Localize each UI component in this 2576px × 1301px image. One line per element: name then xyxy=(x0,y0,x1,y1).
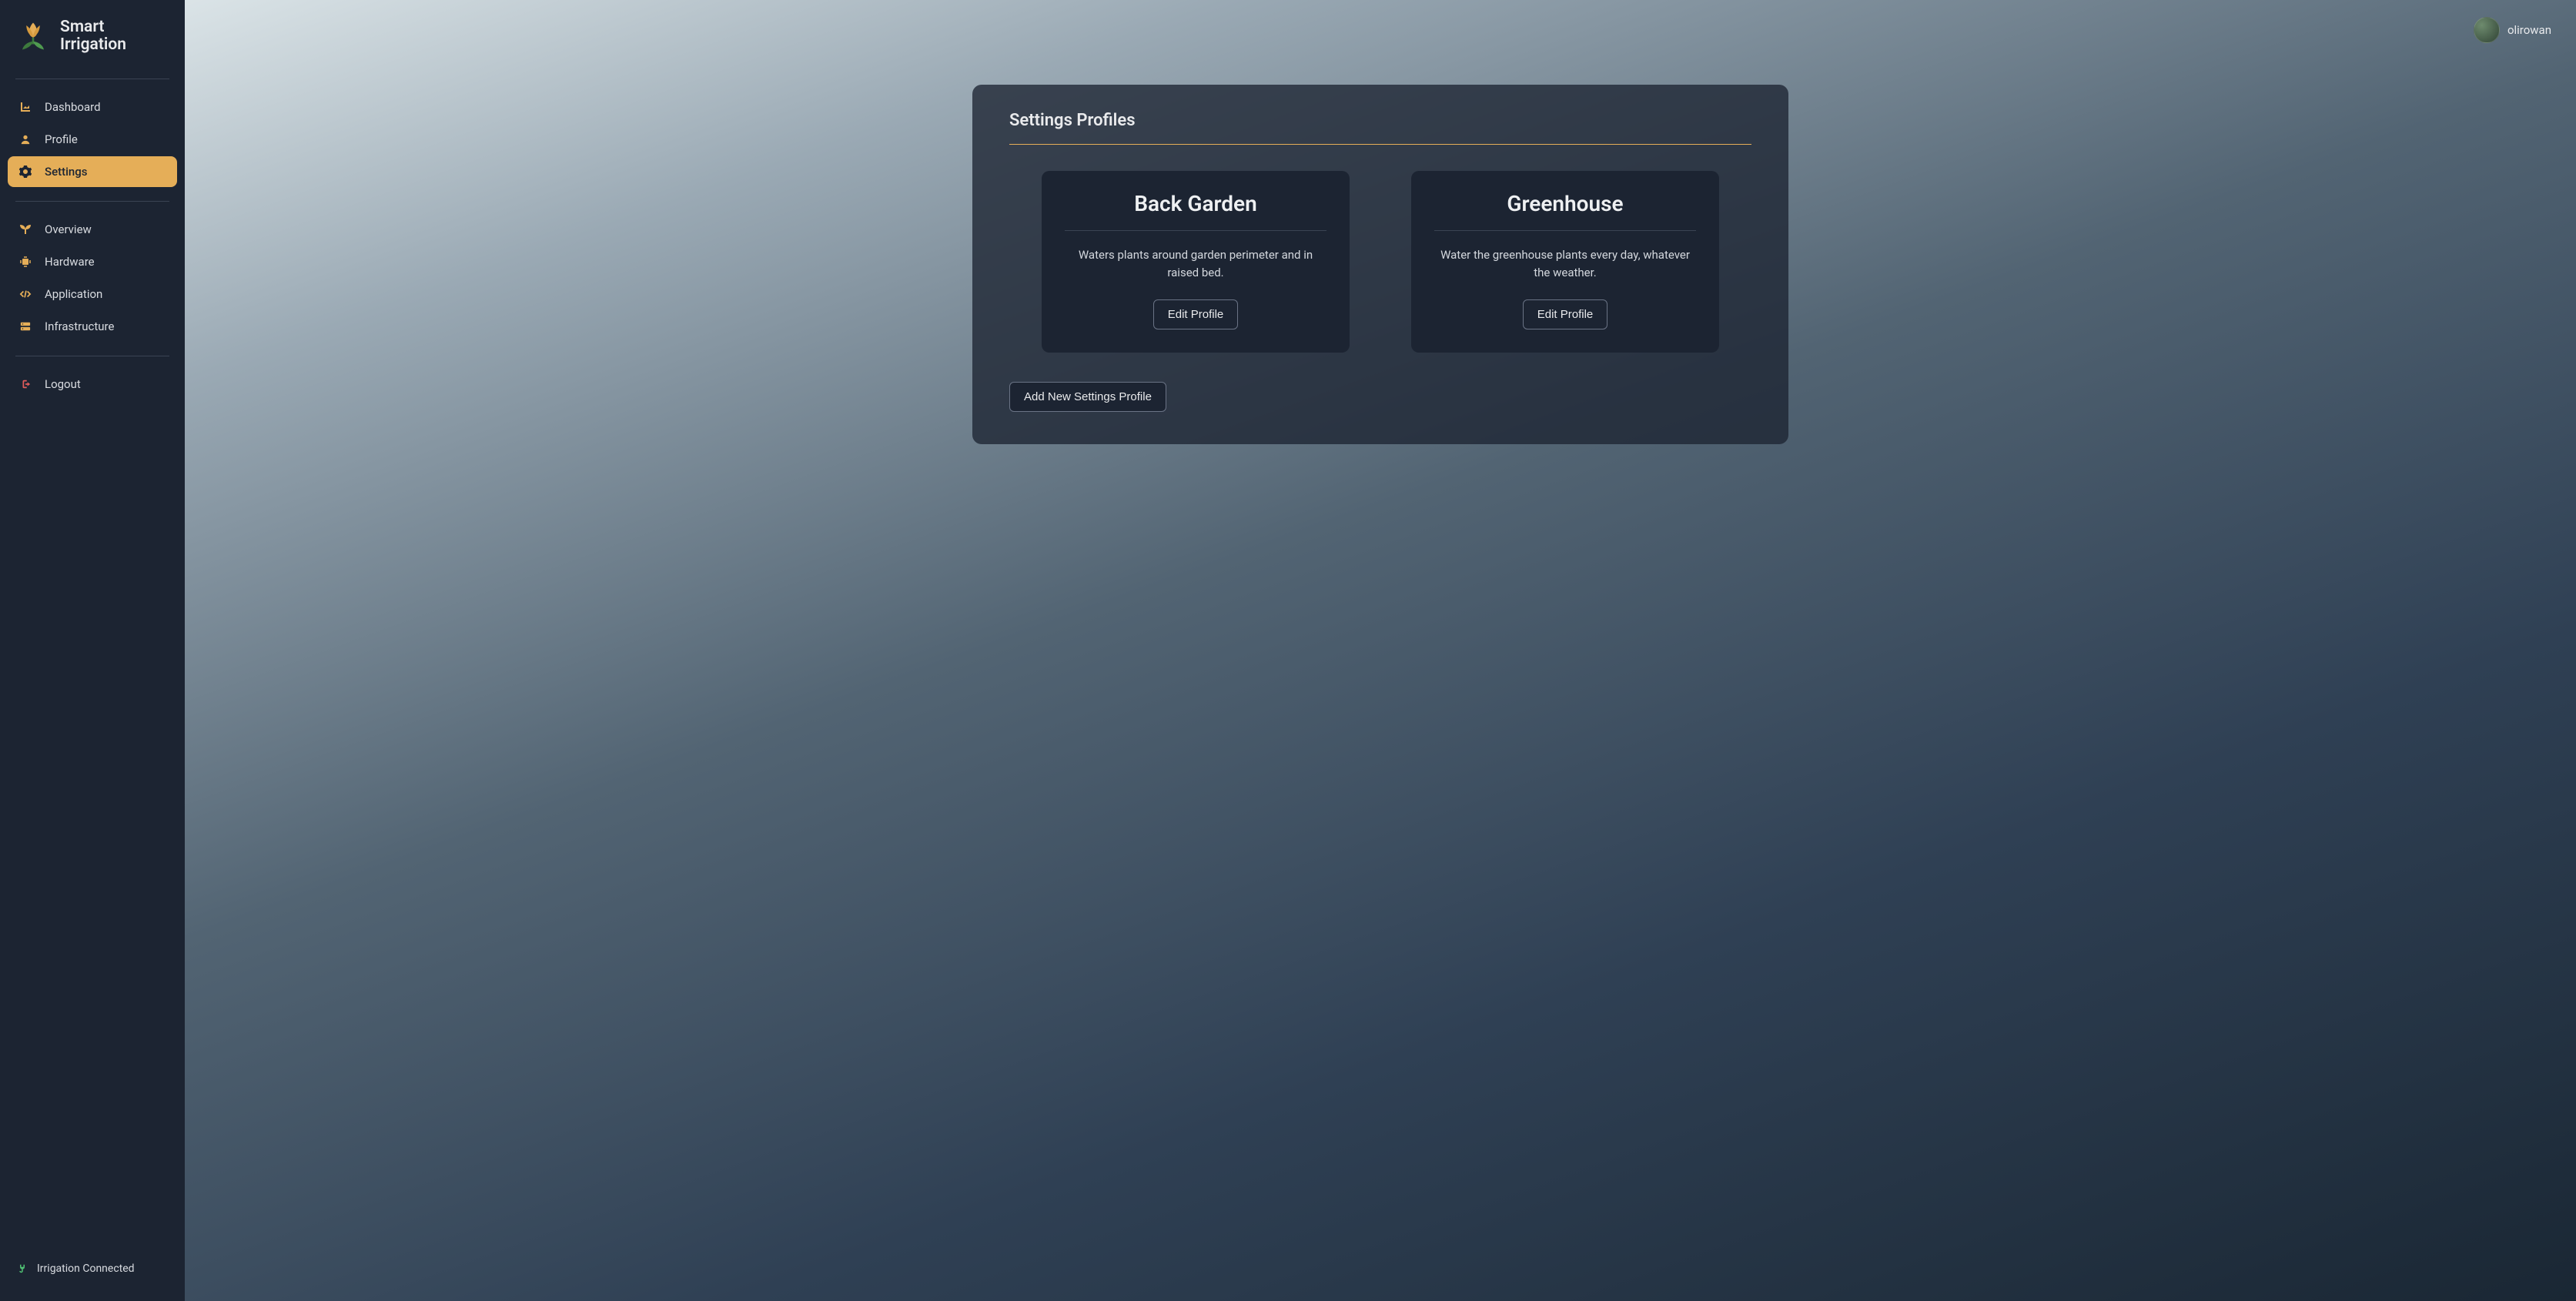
edit-profile-button[interactable]: Edit Profile xyxy=(1153,299,1239,329)
panel-title: Settings Profiles xyxy=(1009,111,1751,130)
sidebar-item-label: Logout xyxy=(45,377,81,391)
topbar: olirowan xyxy=(206,12,2554,57)
brand-title: Smart Irrigation xyxy=(60,18,126,54)
sidebar-item-label: Overview xyxy=(45,222,92,236)
nav-group-logout: Logout xyxy=(0,366,185,404)
profile-cards-row: Back Garden Waters plants around garden … xyxy=(1009,171,1751,353)
chart-area-icon xyxy=(18,101,32,113)
profile-card-title: Back Garden xyxy=(1065,191,1326,216)
sidebar-divider xyxy=(15,201,169,202)
profile-card-description: Waters plants around garden perimeter an… xyxy=(1065,246,1326,281)
brand: Smart Irrigation xyxy=(0,15,185,69)
nav-group-secondary: Overview Hardware Application Infrastruc… xyxy=(0,211,185,346)
username[interactable]: olirowan xyxy=(2507,23,2551,37)
sidebar-item-label: Hardware xyxy=(45,255,95,269)
microchip-icon xyxy=(18,256,32,268)
sidebar-item-label: Settings xyxy=(45,165,88,179)
connection-status: Irrigation Connected xyxy=(0,1252,185,1286)
sidebar-item-infrastructure[interactable]: Infrastructure xyxy=(8,311,177,342)
panel-divider xyxy=(1009,144,1751,145)
card-divider xyxy=(1434,230,1696,231)
server-icon xyxy=(18,321,32,332)
sidebar: Smart Irrigation Dashboard Profile Setti… xyxy=(0,0,185,1301)
avatar[interactable] xyxy=(2474,17,2500,43)
settings-profiles-panel: Settings Profiles Back Garden Waters pla… xyxy=(972,85,1788,444)
sidebar-item-logout[interactable]: Logout xyxy=(8,369,177,400)
sidebar-item-dashboard[interactable]: Dashboard xyxy=(8,92,177,122)
plug-icon xyxy=(17,1263,28,1274)
connection-status-text: Irrigation Connected xyxy=(37,1263,135,1275)
sidebar-item-overview[interactable]: Overview xyxy=(8,214,177,245)
profile-card-description: Water the greenhouse plants every day, w… xyxy=(1434,246,1696,281)
edit-profile-button[interactable]: Edit Profile xyxy=(1523,299,1608,329)
profile-card: Back Garden Waters plants around garden … xyxy=(1042,171,1350,353)
sidebar-item-label: Application xyxy=(45,287,102,301)
profile-card: Greenhouse Water the greenhouse plants e… xyxy=(1411,171,1719,353)
user-icon xyxy=(18,134,32,145)
profile-card-title: Greenhouse xyxy=(1434,191,1696,216)
sidebar-item-settings[interactable]: Settings xyxy=(8,156,177,187)
sidebar-item-hardware[interactable]: Hardware xyxy=(8,246,177,277)
add-profile-button[interactable]: Add New Settings Profile xyxy=(1009,382,1166,412)
main-content: olirowan Settings Profiles Back Garden W… xyxy=(185,0,2576,1301)
sign-out-icon xyxy=(18,379,32,390)
gear-icon xyxy=(18,166,32,178)
sidebar-item-label: Infrastructure xyxy=(45,319,114,333)
sidebar-item-label: Profile xyxy=(45,132,78,146)
tulip-logo-icon xyxy=(17,20,49,52)
sidebar-item-profile[interactable]: Profile xyxy=(8,124,177,155)
sidebar-item-application[interactable]: Application xyxy=(8,279,177,309)
sidebar-item-label: Dashboard xyxy=(45,100,101,114)
code-icon xyxy=(18,289,32,299)
seedling-icon xyxy=(18,223,32,236)
nav-group-primary: Dashboard Profile Settings xyxy=(0,89,185,192)
card-divider xyxy=(1065,230,1326,231)
